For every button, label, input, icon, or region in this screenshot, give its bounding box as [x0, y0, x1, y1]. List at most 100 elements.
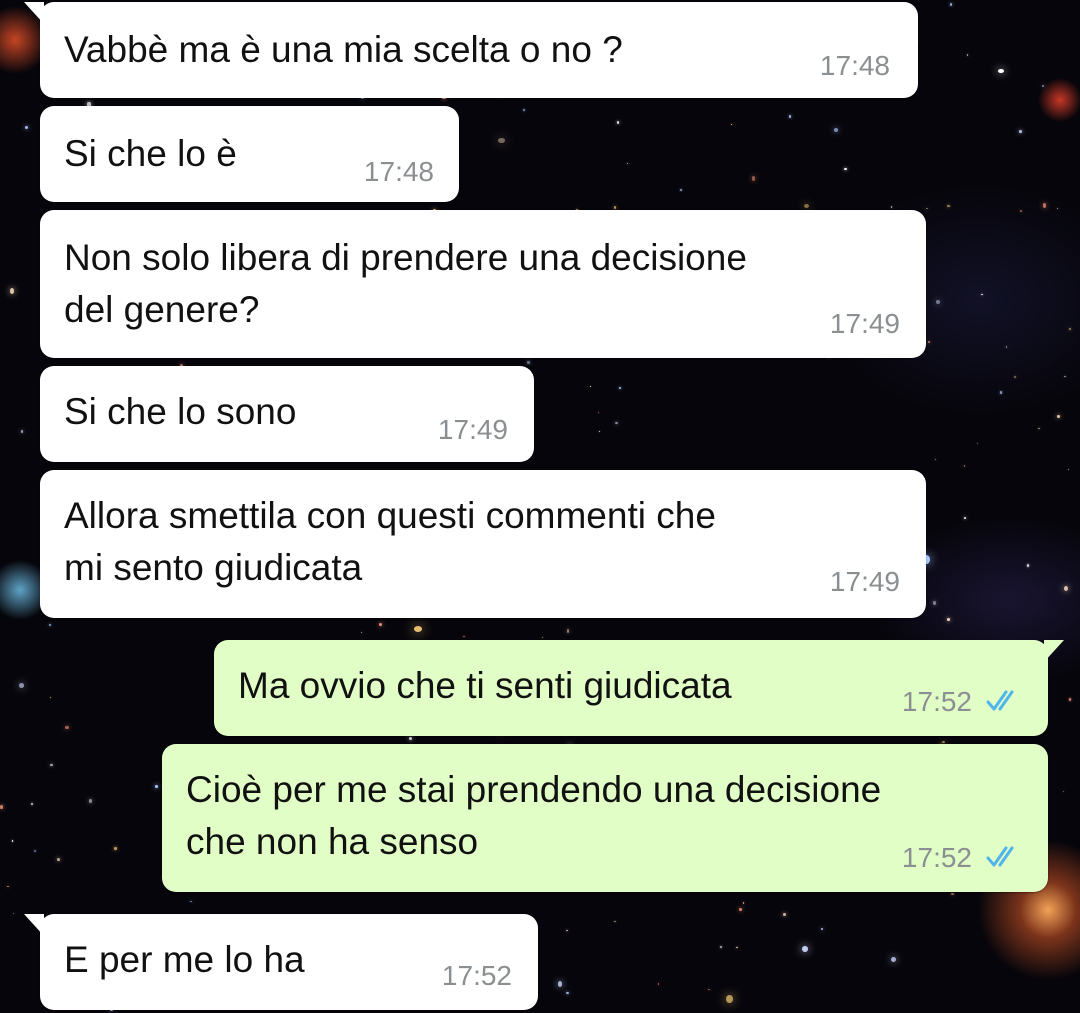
- background-star: [1020, 210, 1022, 213]
- background-star: [56, 858, 61, 862]
- incoming-message[interactable]: Non solo libera di prendere una decision…: [40, 210, 926, 358]
- outgoing-message[interactable]: Ma ovvio che ti senti giudicata 17:52: [214, 640, 1064, 736]
- message-text: Vabbè ma è una mia scelta o no ?: [64, 29, 623, 70]
- background-star: [413, 625, 422, 632]
- background-star: [657, 983, 660, 985]
- background-star: [527, 361, 531, 364]
- background-star: [935, 458, 937, 460]
- message-text: Ma ovvio che ti senti giudicata: [238, 665, 732, 706]
- background-star: [951, 892, 954, 895]
- background-star: [463, 635, 465, 637]
- background-star: [742, 902, 745, 904]
- background-star: [963, 516, 966, 519]
- background-star: [20, 430, 24, 433]
- background-star: [49, 623, 52, 626]
- background-star: [409, 737, 412, 741]
- background-star: [0, 805, 3, 809]
- background-star: [708, 989, 710, 991]
- background-star: [739, 907, 742, 912]
- background-star: [597, 411, 600, 414]
- background-star: [6, 886, 9, 888]
- background-star: [1057, 207, 1059, 209]
- background-star: [114, 847, 117, 850]
- background-star: [751, 176, 756, 181]
- background-star: [566, 991, 569, 994]
- background-star: [1000, 391, 1002, 394]
- background-star: [626, 163, 628, 165]
- background-star: [1067, 468, 1070, 470]
- background-star: [1062, 790, 1065, 792]
- background-star: [947, 205, 950, 208]
- message-text: Allora smettila con questi commenti che …: [64, 495, 716, 588]
- background-star: [719, 946, 722, 949]
- background-star: [925, 207, 929, 210]
- background-star: [890, 956, 896, 962]
- background-star: [735, 946, 738, 949]
- background-star: [49, 697, 51, 699]
- background-star: [1063, 585, 1069, 592]
- background-star: [726, 995, 733, 1004]
- background-star: [34, 849, 36, 852]
- background-star: [557, 981, 563, 987]
- message-timestamp: 17:49: [829, 308, 900, 339]
- background-star: [88, 799, 92, 803]
- background-star: [789, 115, 792, 119]
- background-star: [12, 913, 15, 915]
- message-timestamp: 17:48: [363, 156, 434, 187]
- background-star: [1064, 375, 1066, 377]
- incoming-message[interactable]: Si che lo sono 17:49: [40, 366, 534, 462]
- background-star: [803, 203, 810, 208]
- background-star: [31, 803, 33, 805]
- background-star: [1041, 85, 1044, 87]
- background-star: [946, 617, 950, 621]
- incoming-message[interactable]: Allora smettila con questi commenti che …: [40, 470, 926, 618]
- message-text: Si che lo sono: [64, 391, 297, 432]
- background-star: [599, 430, 601, 432]
- background-star: [890, 206, 893, 209]
- message-text: E per me lo ha: [64, 939, 305, 980]
- background-star: [50, 763, 54, 766]
- incoming-message[interactable]: Si che lo è 17:48: [40, 106, 459, 202]
- double-check-icon: [986, 846, 1014, 867]
- background-star: [844, 168, 847, 171]
- background-star: [155, 785, 159, 788]
- background-star: [615, 421, 619, 424]
- background-star: [1042, 202, 1047, 208]
- background-star: [1038, 428, 1040, 430]
- message-text: Cioè per me stai prendendo una decisione…: [186, 769, 882, 862]
- background-star: [566, 629, 570, 633]
- incoming-message[interactable]: E per me lo ha 17:52: [24, 914, 538, 1010]
- background-star: [24, 126, 29, 130]
- background-star: [1069, 328, 1072, 331]
- incoming-message[interactable]: Vabbè ma è una mia scelta o no ? 17:48: [24, 2, 918, 98]
- background-star: [9, 288, 15, 294]
- message-timestamp: 17:49: [829, 566, 900, 597]
- message-text: Si che lo è: [64, 133, 237, 174]
- background-star: [378, 622, 382, 627]
- background-star: [782, 912, 786, 916]
- background-star: [834, 127, 838, 133]
- background-star: [933, 601, 937, 605]
- background-star: [966, 53, 969, 57]
- background-star: [1026, 564, 1029, 567]
- background-star: [11, 840, 14, 842]
- outgoing-message[interactable]: Cioè per me stai prendendo una decisione…: [162, 744, 1048, 892]
- background-star: [963, 465, 966, 468]
- background-star: [616, 121, 619, 125]
- message-timestamp: 17:52: [441, 960, 512, 991]
- background-star: [680, 188, 682, 191]
- background-star: [613, 206, 617, 209]
- background-star: [541, 636, 544, 638]
- double-check-icon: [986, 690, 1014, 711]
- background-star: [927, 341, 931, 343]
- background-star: [618, 387, 621, 389]
- background-star: [360, 631, 362, 634]
- message-timestamp: 17:49: [437, 414, 508, 445]
- background-star: [802, 946, 808, 952]
- background-star: [820, 927, 824, 931]
- background-star: [949, 2, 952, 6]
- background-star: [731, 124, 733, 126]
- background-star: [935, 299, 940, 304]
- background-star: [976, 442, 978, 444]
- background-star: [65, 725, 69, 730]
